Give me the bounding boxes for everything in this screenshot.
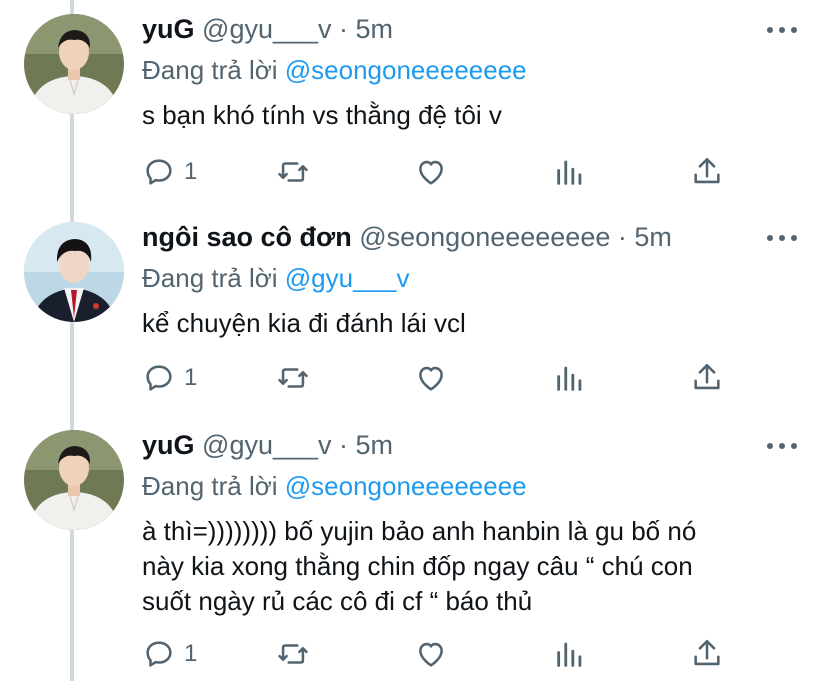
separator: · bbox=[610, 222, 635, 252]
reply-count: 1 bbox=[184, 640, 198, 667]
reply-button[interactable]: 1 bbox=[142, 152, 197, 192]
reply-icon bbox=[146, 159, 172, 185]
like-button[interactable] bbox=[414, 358, 448, 398]
mention-link[interactable]: @gyu___v bbox=[285, 263, 410, 293]
tweet-actions: 1 bbox=[0, 358, 828, 398]
avatar[interactable] bbox=[24, 14, 124, 114]
tweet-actions: 1 bbox=[0, 634, 828, 674]
replying-to: Đang trả lời @gyu___v bbox=[142, 262, 808, 298]
avatar[interactable] bbox=[24, 430, 124, 530]
tweet[interactable]: ngôi sao cô đơn @seongoneeeeeeee · 5m Đa… bbox=[0, 220, 828, 410]
tweet-header: ngôi sao cô đơn @seongoneeeeeeee · 5m bbox=[142, 220, 808, 262]
tweet-actions: 1 bbox=[0, 152, 828, 192]
more-icon[interactable] bbox=[762, 18, 802, 42]
avatar[interactable] bbox=[24, 222, 124, 322]
more-icon[interactable] bbox=[762, 434, 802, 458]
display-name[interactable]: yuG bbox=[142, 430, 195, 460]
retweet-icon bbox=[278, 644, 308, 664]
mention-link[interactable]: @seongoneeeeeeee bbox=[285, 471, 527, 501]
analytics-icon bbox=[557, 642, 582, 667]
analytics-button[interactable] bbox=[553, 358, 587, 398]
tweet[interactable]: yuG @gyu___v · 5m Đang trả lời @seongone… bbox=[0, 428, 828, 681]
replying-to-label: Đang trả lời bbox=[142, 263, 285, 293]
like-button[interactable] bbox=[414, 152, 448, 192]
share-icon bbox=[694, 639, 720, 666]
display-name[interactable]: yuG bbox=[142, 14, 195, 44]
handle[interactable]: @seongoneeeeeeee bbox=[359, 222, 610, 252]
replying-to-label: Đang trả lời bbox=[142, 55, 285, 85]
handle[interactable]: @gyu___v bbox=[202, 430, 332, 460]
more-icon[interactable] bbox=[762, 226, 802, 250]
analytics-button[interactable] bbox=[553, 634, 587, 674]
reply-count: 1 bbox=[184, 364, 198, 391]
separator: · bbox=[331, 14, 356, 44]
replying-to: Đang trả lời @seongoneeeeeeee bbox=[142, 470, 808, 506]
timestamp[interactable]: 5m bbox=[356, 14, 394, 44]
timestamp[interactable]: 5m bbox=[356, 430, 394, 460]
reply-icon bbox=[146, 641, 172, 667]
mention-link[interactable]: @seongoneeeeeeee bbox=[285, 55, 527, 85]
tweet-header: yuG @gyu___v · 5m bbox=[142, 12, 808, 54]
share-icon bbox=[694, 363, 720, 390]
share-icon bbox=[694, 157, 720, 184]
replying-to: Đang trả lời @seongoneeeeeeee bbox=[142, 54, 808, 90]
reply-button[interactable]: 1 bbox=[142, 358, 197, 398]
reply-button[interactable]: 1 bbox=[142, 634, 197, 674]
retweet-button[interactable] bbox=[276, 634, 310, 674]
reply-icon bbox=[146, 365, 172, 391]
tweet[interactable]: yuG @gyu___v · 5m Đang trả lời @seongone… bbox=[0, 12, 828, 202]
share-button[interactable] bbox=[690, 634, 724, 674]
tweet-text: s bạn khó tính vs thằng đệ tôi v bbox=[142, 100, 502, 130]
display-name[interactable]: ngôi sao cô đơn bbox=[142, 222, 352, 252]
tweet-text: à thì=)))))))) bố yujin bảo anh hanbin l… bbox=[142, 516, 697, 616]
retweet-icon bbox=[278, 162, 308, 182]
analytics-button[interactable] bbox=[553, 152, 587, 192]
like-icon bbox=[419, 642, 443, 667]
like-icon bbox=[419, 160, 443, 185]
replying-to-label: Đang trả lời bbox=[142, 471, 285, 501]
timestamp[interactable]: 5m bbox=[634, 222, 672, 252]
retweet-button[interactable] bbox=[276, 152, 310, 192]
tweet-text: kể chuyện kia đi đánh lái vcl bbox=[142, 308, 466, 338]
retweet-button[interactable] bbox=[276, 358, 310, 398]
retweet-icon bbox=[278, 368, 308, 388]
like-button[interactable] bbox=[414, 634, 448, 674]
analytics-icon bbox=[557, 160, 582, 185]
reply-count: 1 bbox=[184, 158, 198, 185]
handle[interactable]: @gyu___v bbox=[202, 14, 332, 44]
share-button[interactable] bbox=[690, 152, 724, 192]
analytics-icon bbox=[557, 366, 582, 391]
separator: · bbox=[331, 430, 356, 460]
tweet-header: yuG @gyu___v · 5m bbox=[142, 428, 808, 470]
share-button[interactable] bbox=[690, 358, 724, 398]
like-icon bbox=[419, 366, 443, 391]
